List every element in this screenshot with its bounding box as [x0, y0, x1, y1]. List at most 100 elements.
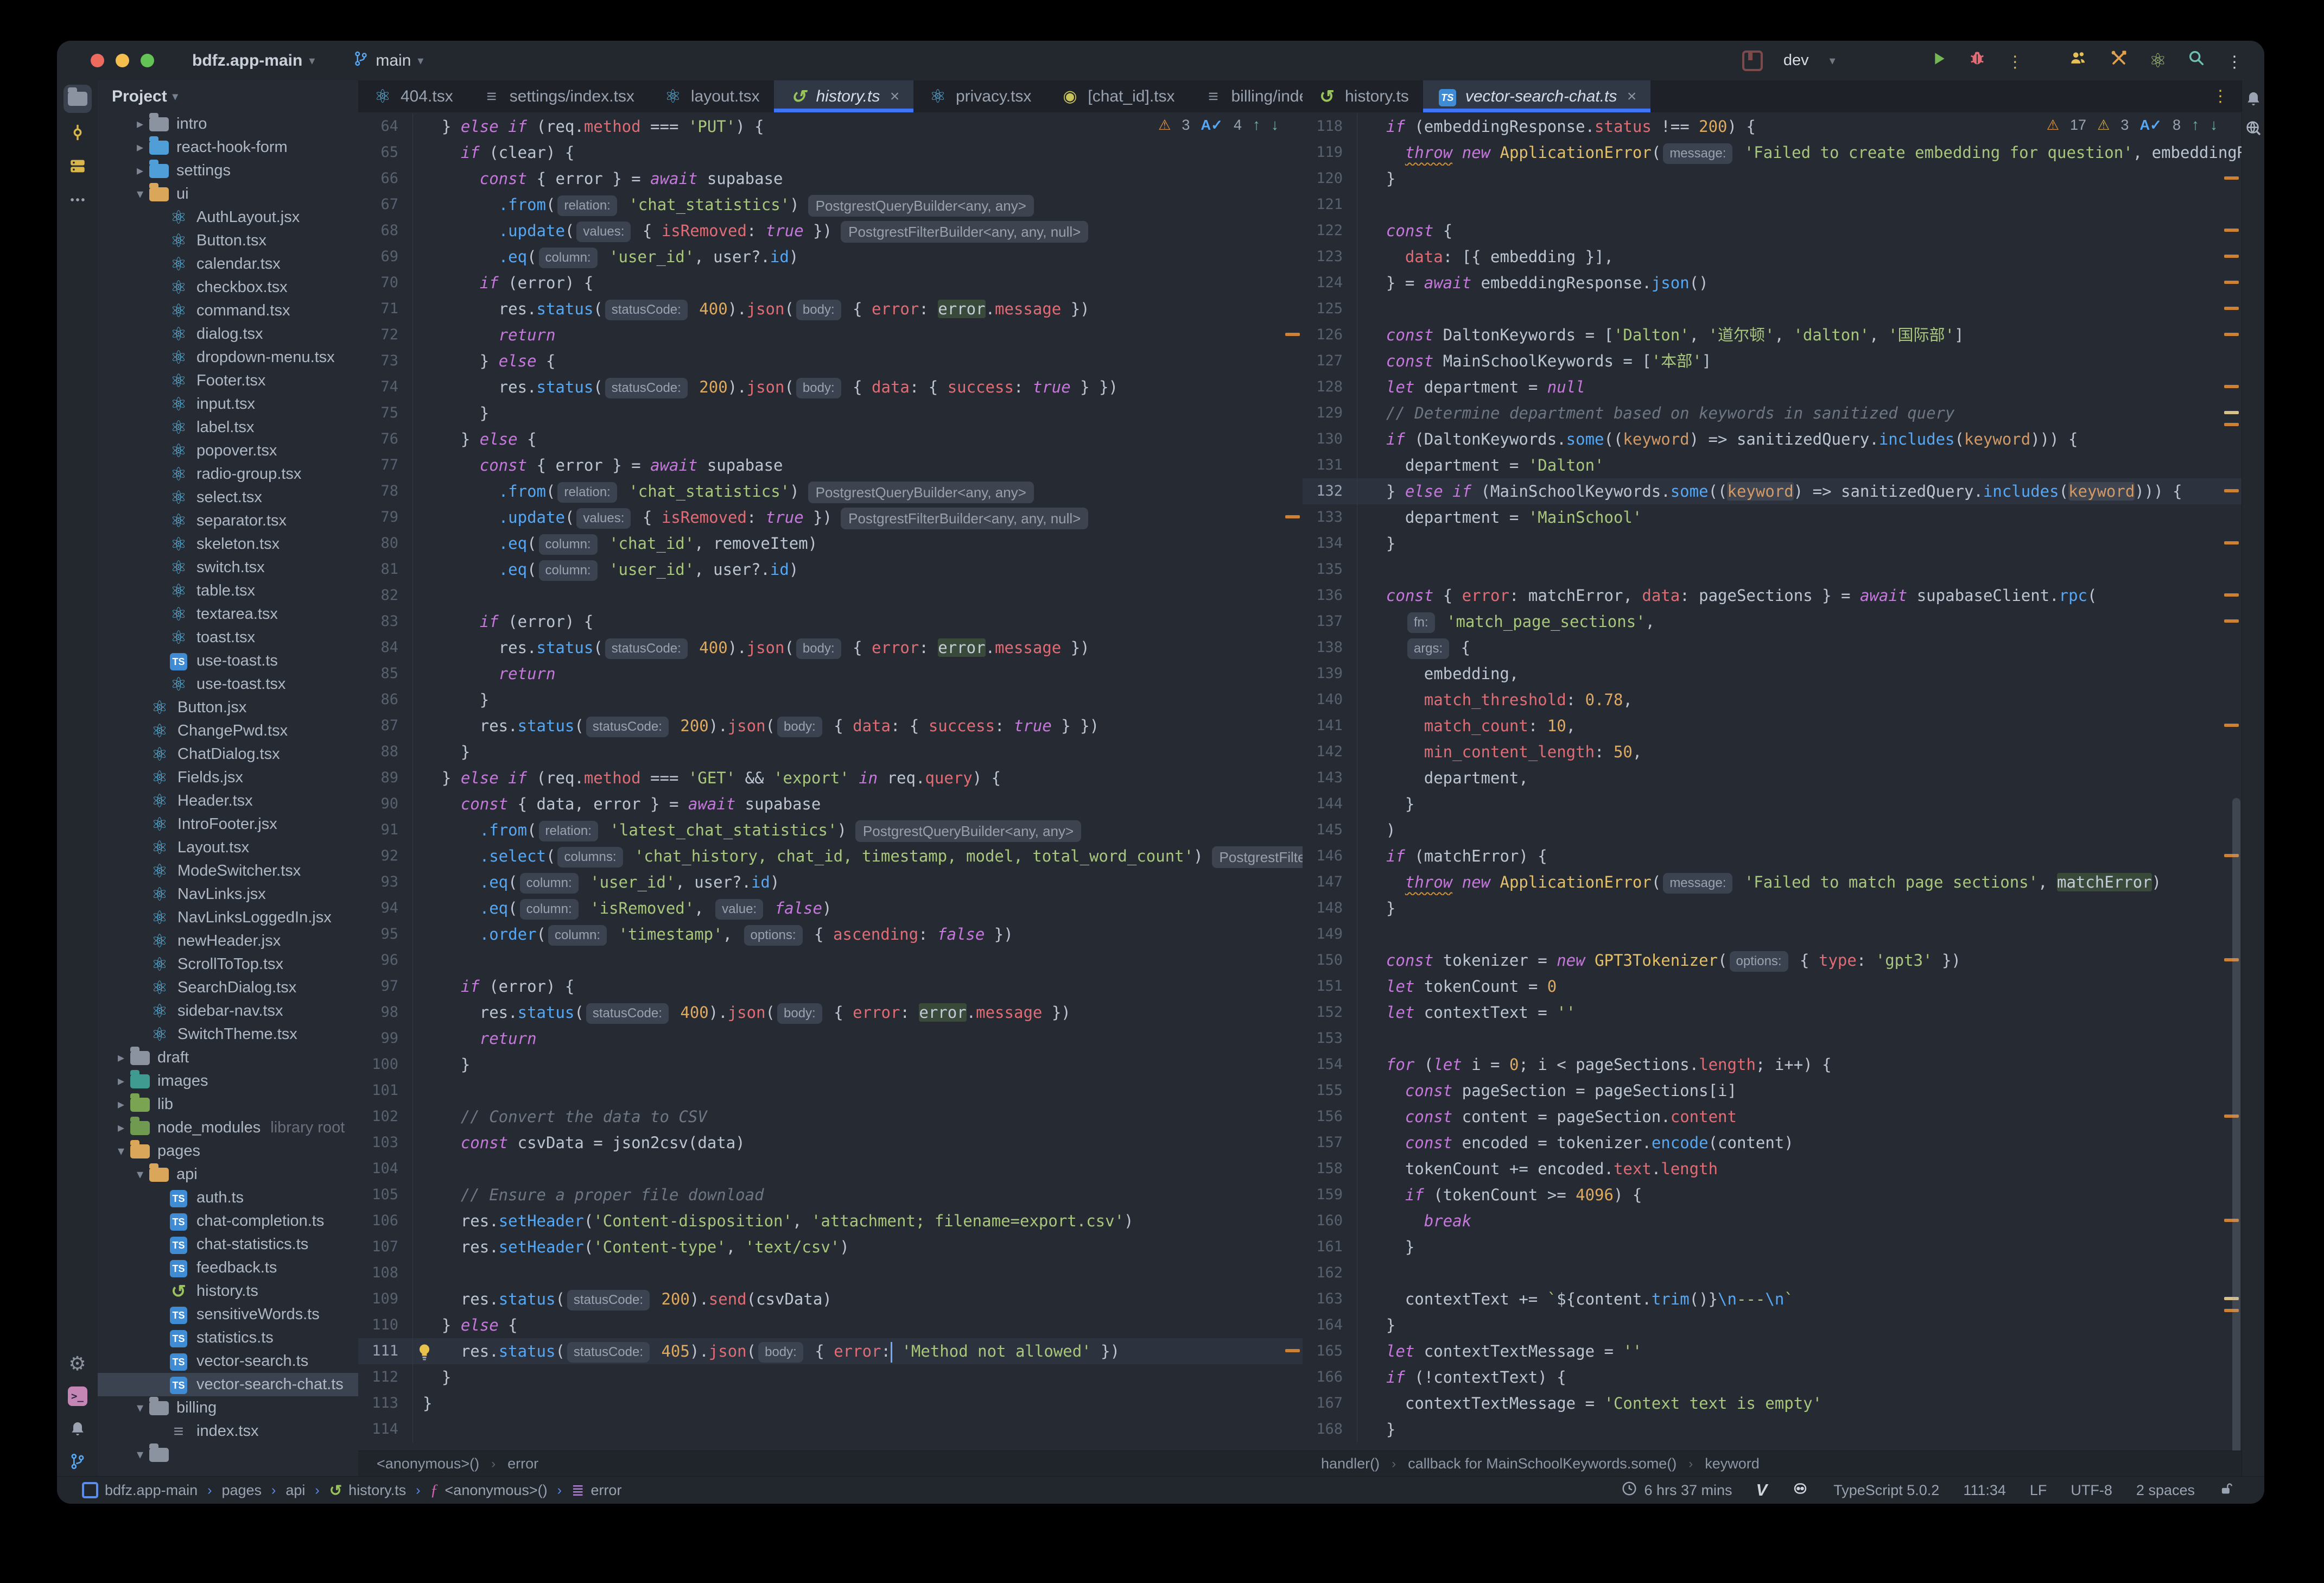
tree-item[interactable]: ⚛ScrollToTop.tsx — [98, 953, 358, 976]
editor-tab[interactable]: ↺history.ts× — [774, 80, 913, 112]
editor-tab[interactable]: ◉[chat_id].tsx — [1045, 80, 1189, 112]
time-tracker-widget[interactable]: 6 hrs 37 mins — [1621, 1480, 1732, 1500]
code-line-138[interactable]: 138 args: { — [1303, 635, 2242, 661]
editor-tab[interactable]: ⚛layout.tsx — [649, 80, 774, 112]
code-line-161[interactable]: 161 } — [1303, 1234, 2242, 1260]
tree-item[interactable]: ⚛AuthLayout.jsx — [98, 206, 358, 229]
tree-item[interactable]: ▾api — [98, 1163, 358, 1186]
code-line-97[interactable]: 97 if (error) { — [358, 973, 1303, 999]
code-line-166[interactable]: 166 if (!contextText) { — [1303, 1364, 2242, 1390]
tree-item[interactable]: ≡index.tsx — [98, 1420, 358, 1443]
run-config-selector[interactable]: dev — [1783, 52, 1809, 69]
code-line-144[interactable]: 144 } — [1303, 791, 2242, 817]
code-line-128[interactable]: 128 let department = null — [1303, 374, 2242, 400]
code-line-91[interactable]: 91 .from(relation: 'latest_chat_statisti… — [358, 817, 1303, 843]
caret-position-widget[interactable]: 111:34 — [1963, 1482, 2006, 1499]
tree-item[interactable]: ⚛ChatDialog.tsx — [98, 743, 358, 766]
tree-item[interactable]: ⚛IntroFooter.jsx — [98, 813, 358, 836]
tree-item[interactable]: TSchat-statistics.ts — [98, 1233, 358, 1256]
tree-item[interactable]: ⚛Button.tsx — [98, 229, 358, 252]
expand-chevron-icon[interactable]: ▸ — [131, 163, 149, 179]
code-line-90[interactable]: 90 const { data, error } = await supabas… — [358, 791, 1303, 817]
unlock-icon[interactable] — [2219, 1480, 2234, 1500]
tree-item[interactable]: ⚛input.tsx — [98, 392, 358, 416]
more-options-icon[interactable]: ⋮ — [2007, 53, 2024, 71]
debug-button[interactable] — [1968, 60, 1986, 69]
code-line-157[interactable]: 157 const encoded = tokenizer.encode(con… — [1303, 1130, 2242, 1156]
tool-button-terminal[interactable]: >_ — [57, 1381, 98, 1411]
expand-chevron-icon[interactable]: ▸ — [112, 1073, 130, 1089]
code-line-130[interactable]: 130 if (DaltonKeywords.some((keyword) =>… — [1303, 426, 2242, 452]
code-line-136[interactable]: 136 const { error: matchError, data: pag… — [1303, 582, 2242, 609]
code-line-106[interactable]: 106 res.setHeader('Content-disposition',… — [358, 1208, 1303, 1234]
more-dots-yellow-button[interactable]: ⋮ — [2212, 87, 2230, 106]
tree-item[interactable]: ⚛SearchDialog.tsx — [98, 976, 358, 999]
editor-tab[interactable]: TSvector-search-chat.ts× — [1423, 80, 1650, 112]
code-line-71[interactable]: 71 res.status(statusCode: 400).json(body… — [358, 296, 1303, 322]
tree-item[interactable]: ⚛calendar.tsx — [98, 252, 358, 276]
code-line-142[interactable]: 142 min_content_length: 50, — [1303, 739, 2242, 765]
editor-pane-left[interactable]: ⚛404.tsx≡settings/index.tsx⚛layout.tsx↺h… — [358, 80, 1303, 1477]
code-line-94[interactable]: 94 .eq(column: 'isRemoved', value: false… — [358, 895, 1303, 921]
tree-item[interactable]: ▸node_moduleslibrary root — [98, 1116, 358, 1139]
code-editor-right[interactable]: 118 if (embeddingResponse.status !== 200… — [1303, 112, 2242, 1451]
breadcrumb-item[interactable]: <anonymous>() — [377, 1455, 479, 1472]
expand-chevron-icon[interactable]: ▸ — [112, 1050, 130, 1066]
wakatime-icon[interactable]: V — [1756, 1480, 1768, 1500]
tree-item[interactable]: TSvector-search.ts — [98, 1350, 358, 1373]
project-selector[interactable]: bdfz.app-main ▾ — [192, 52, 315, 70]
tree-item[interactable]: TSvector-search-chat.ts — [98, 1373, 358, 1396]
code-line-87[interactable]: 87 res.status(statusCode: 200).json(body… — [358, 713, 1303, 739]
language-level-widget[interactable]: TypeScript 5.0.2 — [1833, 1482, 1939, 1499]
tool-button-commit[interactable] — [57, 117, 98, 148]
code-line-105[interactable]: 105 // Ensure a proper file download — [358, 1182, 1303, 1208]
code-line-86[interactable]: 86 } — [358, 687, 1303, 713]
code-line-120[interactable]: 120 } — [1303, 166, 2242, 192]
settings-gear-icon[interactable]: ⚙ — [68, 1352, 86, 1375]
tree-item[interactable]: ⚛label.tsx — [98, 416, 358, 439]
code-line-132[interactable]: 132 } else if (MainSchoolKeywords.some((… — [1303, 478, 2242, 504]
code-line-122[interactable]: 122 const { — [1303, 218, 2242, 244]
breadcrumb-item[interactable]: error — [507, 1455, 538, 1472]
code-line-134[interactable]: 134 } — [1303, 530, 2242, 556]
code-line-93[interactable]: 93 .eq(column: 'user_id', user?.id) — [358, 869, 1303, 895]
inspections-widget-left[interactable]: ⚠3A✓4↑↓ — [1158, 116, 1279, 134]
tree-item[interactable]: ⚛ChangePwd.tsx — [98, 719, 358, 743]
tree-item[interactable]: ⚛sidebar-nav.tsx — [98, 999, 358, 1023]
next-problem-arrow-icon[interactable]: ↓ — [1271, 116, 1279, 134]
tree-item[interactable]: ⚛command.tsx — [98, 299, 358, 322]
tree-item[interactable]: ▾billing — [98, 1396, 358, 1420]
code-line-129[interactable]: 129 // Determine department based on key… — [1303, 400, 2242, 426]
tree-item[interactable]: ▸settings — [98, 159, 358, 182]
code-line-98[interactable]: 98 res.status(statusCode: 400).json(body… — [358, 999, 1303, 1025]
tool-button-search-everywhere[interactable] — [2242, 114, 2264, 142]
code-line-123[interactable]: 123 data: [{ embedding }], — [1303, 244, 2242, 270]
status-breadcrumb-item[interactable]: ƒ<anonymous>() — [430, 1481, 548, 1499]
prev-problem-arrow-icon[interactable]: ↑ — [2192, 116, 2199, 134]
code-line-112[interactable]: 112 } — [358, 1364, 1303, 1390]
code-line-65[interactable]: 65 if (clear) { — [358, 140, 1303, 166]
atom-button[interactable]: ⚛ — [2149, 60, 2167, 69]
tool-button-notifications[interactable] — [57, 1414, 98, 1444]
code-line-74[interactable]: 74 res.status(statusCode: 200).json(body… — [358, 374, 1303, 400]
code-line-108[interactable]: 108 — [358, 1260, 1303, 1286]
code-line-82[interactable]: 82 — [358, 582, 1303, 609]
editor-tab[interactable]: ⚛404.tsx — [358, 80, 467, 112]
zoom-window-button[interactable] — [141, 54, 154, 67]
tree-item[interactable]: TSsensitiveWords.ts — [98, 1303, 358, 1326]
code-line-107[interactable]: 107 res.setHeader('Content-type', 'text/… — [358, 1234, 1303, 1260]
code-line-168[interactable]: 168 } — [1303, 1416, 2242, 1442]
expand-chevron-icon[interactable]: ▸ — [112, 1097, 130, 1112]
tree-item[interactable]: ⚛use-toast.tsx — [98, 673, 358, 696]
code-line-140[interactable]: 140 match_threshold: 0.78, — [1303, 687, 2242, 713]
minimize-window-button[interactable] — [116, 54, 129, 67]
code-line-167[interactable]: 167 contextTextMessage = 'Context text i… — [1303, 1390, 2242, 1416]
tree-item[interactable]: ⚛dropdown-menu.tsx — [98, 346, 358, 369]
code-line-76[interactable]: 76 } else { — [358, 426, 1303, 452]
code-line-149[interactable]: 149 — [1303, 921, 2242, 947]
next-problem-arrow-icon[interactable]: ↓ — [2210, 116, 2218, 134]
collapse-chevron-icon[interactable]: ▾ — [131, 186, 149, 202]
code-line-162[interactable]: 162 — [1303, 1260, 2242, 1286]
code-line-164[interactable]: 164 } — [1303, 1312, 2242, 1338]
terminal-icon[interactable]: >_ — [68, 1386, 87, 1406]
